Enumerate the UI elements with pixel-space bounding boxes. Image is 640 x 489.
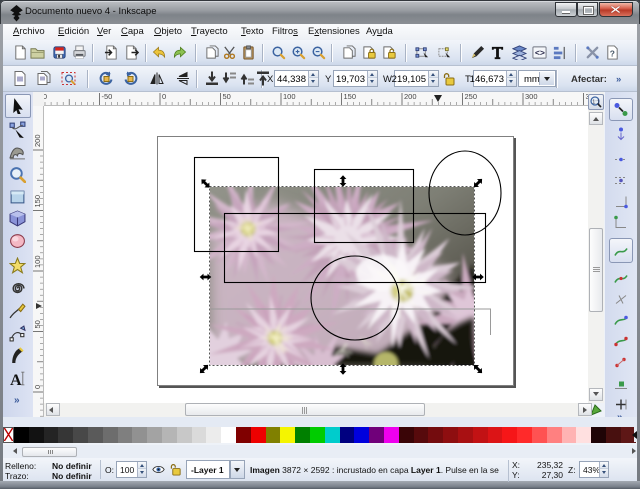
svg-text:50: 50 bbox=[223, 92, 231, 101]
svg-text:50: 50 bbox=[33, 320, 42, 328]
svg-text:-50: -50 bbox=[102, 92, 113, 101]
svg-text:200: 200 bbox=[404, 92, 417, 101]
svg-text:1:1: 1:1 bbox=[592, 99, 600, 105]
svg-text:0: 0 bbox=[162, 92, 166, 101]
svg-text:100: 100 bbox=[33, 255, 42, 268]
svg-text:150: 150 bbox=[344, 92, 357, 101]
svg-text:250: 250 bbox=[465, 92, 478, 101]
svg-text:-100: -100 bbox=[44, 92, 47, 101]
svg-text:200: 200 bbox=[33, 134, 42, 147]
svg-text:?: ? bbox=[610, 48, 615, 58]
svg-text:150: 150 bbox=[33, 195, 42, 208]
svg-text:A: A bbox=[10, 372, 22, 387]
svg-text:0: 0 bbox=[33, 385, 42, 389]
svg-text:300: 300 bbox=[525, 92, 538, 101]
svg-text:<>: <> bbox=[535, 48, 545, 58]
svg-text:100: 100 bbox=[283, 92, 296, 101]
